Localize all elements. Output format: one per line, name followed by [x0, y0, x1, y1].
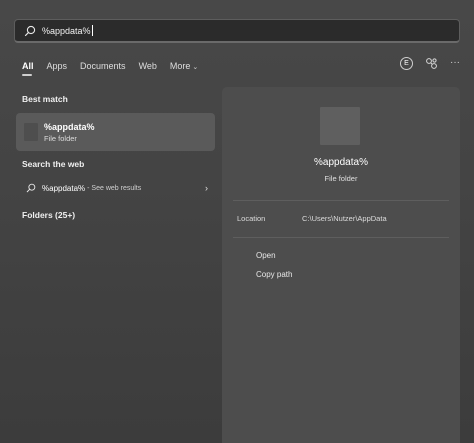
chevron-down-icon: ⌄ — [192, 64, 199, 71]
divider — [233, 200, 449, 201]
tab-web[interactable]: Web — [139, 61, 157, 71]
tab-apps[interactable]: Apps — [47, 61, 68, 71]
tab-more-label: More — [169, 61, 191, 71]
search-panel: %appdata% All Apps Documents Web More ⌄ E… — [0, 0, 474, 443]
divider — [233, 237, 449, 238]
preview-type: File folder — [324, 174, 358, 183]
open-action[interactable]: Open — [256, 251, 276, 260]
location-value: C:\Users\Nutzer\AppData — [302, 214, 387, 223]
folder-preview-icon — [320, 107, 360, 145]
preview-title: %appdata% — [314, 157, 368, 168]
web-result-item[interactable]: %appdata% - See web results › — [22, 181, 208, 195]
search-web-heading: Search the web — [22, 159, 85, 169]
filter-tabs: All Apps Documents Web More ⌄ — [22, 59, 211, 73]
avatar-initial: E — [404, 60, 409, 67]
best-match-item[interactable]: %appdata% File folder — [16, 113, 215, 151]
chevron-right-icon[interactable]: › — [205, 183, 208, 193]
search-box[interactable]: %appdata% — [14, 19, 460, 43]
web-see-results: - See web results — [87, 184, 142, 192]
best-match-subtitle: File folder — [44, 133, 77, 143]
search-input[interactable]: %appdata% — [42, 26, 91, 36]
search-icon — [26, 183, 36, 193]
search-icon — [24, 25, 36, 36]
preview-pane: %appdata% File folder Location C:\Users\… — [222, 87, 460, 443]
header-actions: E — [400, 57, 438, 70]
folders-heading[interactable]: Folders (25+) — [22, 210, 75, 220]
tab-more[interactable]: More ⌄ — [170, 61, 198, 71]
best-match-title: %appdata% — [44, 121, 95, 132]
web-query: %appdata% — [42, 183, 86, 193]
account-avatar[interactable]: E — [400, 57, 413, 70]
best-match-heading: Best match — [22, 94, 68, 104]
link-icon[interactable] — [425, 57, 438, 70]
best-match-text: %appdata% File folder — [44, 122, 95, 143]
tab-documents[interactable]: Documents — [80, 61, 126, 71]
copy-path-action[interactable]: Copy path — [256, 270, 292, 279]
text-caret — [91, 25, 93, 36]
more-icon[interactable]: ··· — [450, 57, 460, 68]
location-label: Location — [237, 214, 266, 223]
tab-all[interactable]: All — [22, 61, 34, 71]
active-tab-indicator — [22, 74, 32, 76]
folder-icon — [24, 123, 38, 141]
